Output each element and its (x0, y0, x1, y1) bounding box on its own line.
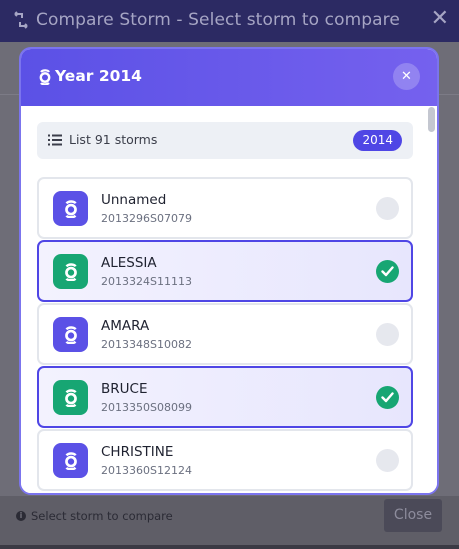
storm-id: 2013348S10082 (101, 338, 192, 351)
outer-status: i Select storm to compare (16, 509, 173, 523)
scrollbar-thumb[interactable] (428, 107, 435, 132)
storm-name: CHRISTINE (101, 444, 174, 460)
storm-item[interactable]: BRUCE 2013350S08099 (37, 366, 413, 428)
select-circle[interactable] (376, 386, 399, 409)
select-circle[interactable] (376, 323, 399, 346)
select-circle[interactable] (376, 449, 399, 472)
storm-name: Unnamed (101, 192, 167, 208)
outer-footer-bar (0, 545, 459, 549)
storm-id: 2013324S11113 (101, 275, 192, 288)
close-icon: ✕ (401, 69, 412, 84)
hurricane-icon (53, 317, 88, 352)
year-badge: 2014 (353, 130, 402, 151)
hurricane-icon (53, 443, 88, 478)
dialog-body: List 91 storms 2014 Unnamed 2013296S0707… (21, 106, 437, 493)
hurricane-icon (53, 191, 88, 226)
storm-id: 2013350S08099 (101, 401, 192, 414)
hurricane-icon (53, 380, 88, 415)
outer-modal-header: Compare Storm - Select storm to compare … (0, 0, 459, 42)
dialog-close-button[interactable]: ✕ (393, 63, 420, 90)
outer-status-text: Select storm to compare (31, 509, 173, 523)
select-circle[interactable] (376, 197, 399, 220)
storm-item[interactable]: CHRISTINE 2013360S12124 (37, 429, 413, 491)
outer-close-button[interactable]: Close (384, 499, 442, 532)
storm-item[interactable]: AMARA 2013348S10082 (37, 303, 413, 365)
year-storm-dialog: Year 2014 ✕ List 91 storms 2014 Unnamed … (19, 47, 439, 495)
storm-count-text: List 91 storms (69, 132, 158, 147)
storm-name: ALESSIA (101, 255, 157, 271)
select-circle[interactable] (376, 260, 399, 283)
hurricane-icon (39, 69, 51, 85)
storm-name: AMARA (101, 318, 150, 334)
scrollbar[interactable] (428, 106, 435, 493)
storm-id: 2013296S07079 (101, 212, 192, 225)
compare-icon (14, 11, 28, 29)
storm-item[interactable]: ALESSIA 2013324S11113 (37, 240, 413, 302)
check-icon (381, 392, 394, 403)
dialog-title: Year 2014 (55, 67, 142, 85)
storm-name: BRUCE (101, 381, 148, 397)
storm-id: 2013360S12124 (101, 464, 192, 477)
hurricane-icon (53, 254, 88, 289)
storm-count-bar: List 91 storms 2014 (37, 122, 413, 159)
storm-list: Unnamed 2013296S07079 ALESSIA 2013324S11… (37, 177, 413, 493)
check-icon (381, 266, 394, 277)
outer-modal-title: Compare Storm - Select storm to compare (36, 10, 400, 30)
outer-close-icon[interactable]: ✕ (431, 8, 449, 30)
info-icon: i (16, 511, 26, 521)
dialog-header: Year 2014 ✕ (21, 49, 437, 106)
list-icon (48, 134, 62, 146)
storm-item[interactable]: Unnamed 2013296S07079 (37, 177, 413, 239)
